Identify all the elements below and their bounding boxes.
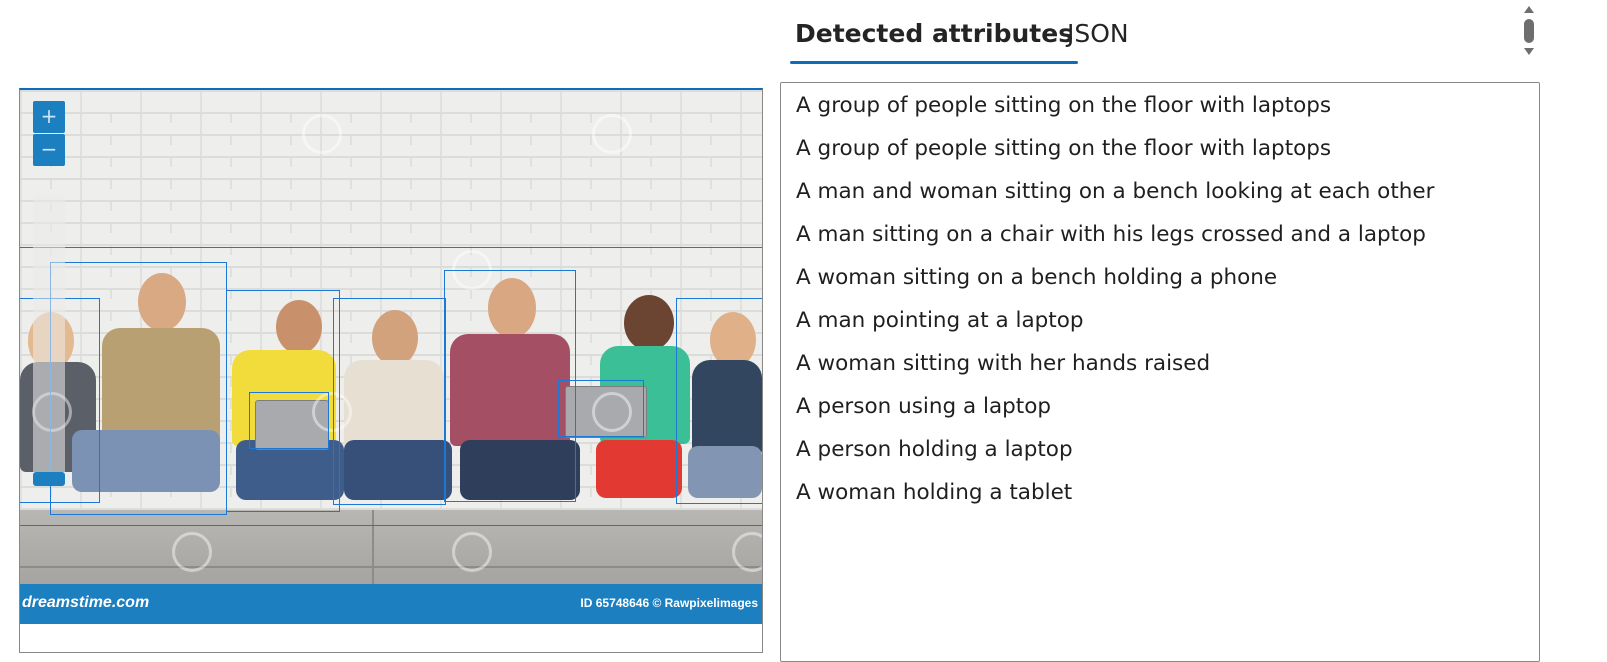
floor-line	[20, 566, 762, 568]
list-item: A person holding a laptop	[796, 437, 1073, 462]
list-item: A group of people sitting on the floor w…	[796, 93, 1332, 118]
scroll-up-arrow-icon[interactable]	[1524, 6, 1534, 13]
zoom-in-button[interactable]: +	[33, 101, 65, 133]
watermark-swirl	[592, 114, 632, 154]
list-item: A woman holding a tablet	[796, 480, 1073, 505]
tab-detected-attributes-label: Detected attributes	[795, 19, 1074, 48]
detection-box-laptop[interactable]	[249, 392, 329, 449]
watermark-id: ID 65748646 © Rawpixelimages	[580, 596, 758, 610]
detection-box-woman-phone[interactable]	[333, 298, 446, 505]
watermark-banner: dreamstime.com ID 65748646 © Rawpixelima…	[20, 584, 762, 624]
detection-box-woman-tablet[interactable]	[676, 298, 762, 504]
zoom-slider-thumb[interactable]	[33, 472, 65, 486]
tab-json-label: JSON	[1067, 19, 1129, 48]
watermark-swirl	[172, 532, 212, 572]
image-viewer[interactable]: dreamstime.com ID 65748646 © Rawpixelima…	[19, 88, 763, 653]
list-item: A man sitting on a chair with his legs c…	[796, 222, 1426, 247]
zoom-slider-track[interactable]	[33, 195, 65, 485]
detection-box-man-pointing[interactable]	[444, 270, 576, 502]
tab-detected-attributes[interactable]: Detected attributes	[790, 18, 1079, 64]
list-item: A person using a laptop	[796, 394, 1052, 419]
list-item: A man and woman sitting on a bench looki…	[796, 179, 1435, 204]
attributes-list[interactable]: A group of people sitting on the floor w…	[780, 82, 1540, 662]
watermark-swirl	[452, 532, 492, 572]
zoom-out-button[interactable]: −	[33, 134, 65, 166]
active-tab-indicator	[790, 61, 1079, 64]
list-item: A man pointing at a laptop	[796, 308, 1084, 333]
scroll-down-arrow-icon[interactable]	[1524, 48, 1534, 55]
list-item: A woman sitting with her hands raised	[796, 351, 1211, 376]
detection-box-laptop-2[interactable]	[558, 380, 644, 437]
scrollbar-thumb[interactable]	[1524, 19, 1534, 43]
list-item: A woman sitting on a bench holding a pho…	[796, 265, 1278, 290]
tab-json[interactable]: JSON	[1062, 18, 1134, 64]
list-item: A group of people sitting on the floor w…	[796, 136, 1332, 161]
watermark-swirl	[302, 114, 342, 154]
watermark-logo: dreamstime.com	[22, 594, 150, 611]
